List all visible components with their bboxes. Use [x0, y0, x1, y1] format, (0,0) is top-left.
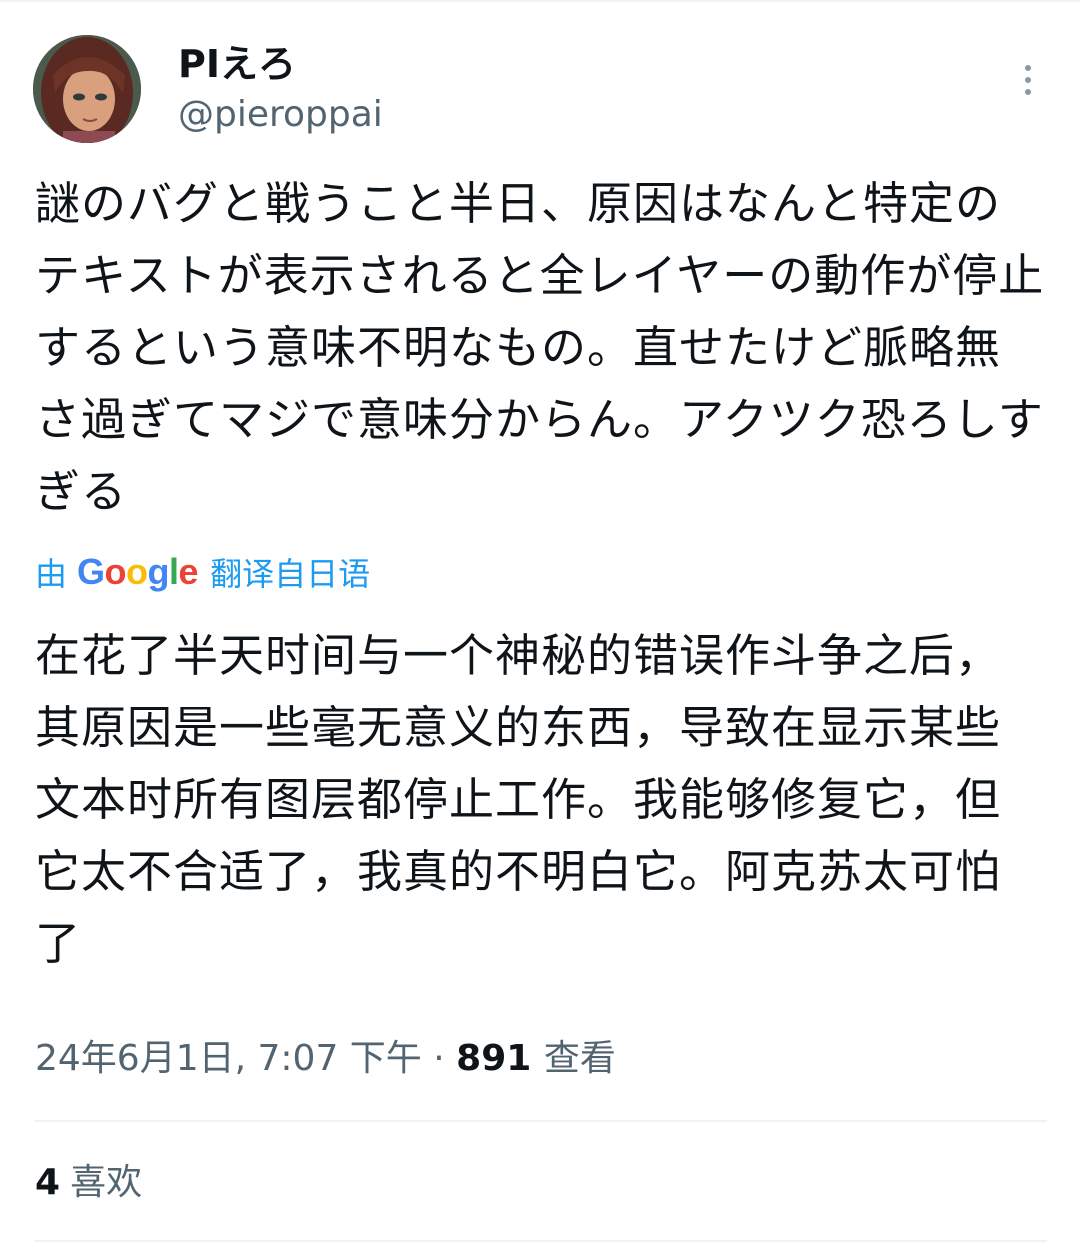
- likes-row[interactable]: 4 喜欢: [35, 1158, 142, 1208]
- views-label: 查看: [543, 1038, 616, 1079]
- timestamp[interactable]: 24年6月1日, 7:07 下午: [35, 1038, 422, 1079]
- views-count: 891: [456, 1038, 544, 1079]
- display-name[interactable]: PIえろ: [178, 41, 296, 87]
- likes-count: 4: [35, 1162, 61, 1203]
- meta-separator: ·: [433, 1038, 457, 1079]
- translated-text: 在花了半天时间与一个神秘的错误作斗争之后，其原因是一些毫无意义的东西，导致在显示…: [35, 629, 1002, 970]
- tweet-meta: 24年6月1日, 7:07 下午 · 891 查看: [35, 1034, 616, 1084]
- tweet-header: PIえろ @pieroppai: [33, 35, 1048, 145]
- more-dot: [1025, 77, 1031, 83]
- avatar-illustration: [33, 35, 141, 143]
- more-vertical-icon[interactable]: [1016, 61, 1040, 101]
- translation-attribution[interactable]: 由 Google 翻译自日语: [35, 546, 370, 598]
- more-dot: [1025, 89, 1031, 95]
- divider: [35, 1240, 1047, 1242]
- tweet-text: 謎のバグと戦うこと半日、原因はなんと特定のテキストが表示されると全レイヤーの動作…: [35, 177, 1045, 518]
- divider: [35, 1120, 1047, 1122]
- user-handle[interactable]: @pieroppai: [178, 93, 383, 137]
- avatar[interactable]: [33, 35, 141, 143]
- top-divider: [0, 0, 1080, 2]
- more-dot: [1025, 65, 1031, 71]
- google-logo: Google: [77, 551, 199, 592]
- translation-prefix: 由: [35, 555, 68, 593]
- likes-label: 喜欢: [70, 1162, 143, 1203]
- translation-source-language: 翻译自日语: [210, 555, 371, 593]
